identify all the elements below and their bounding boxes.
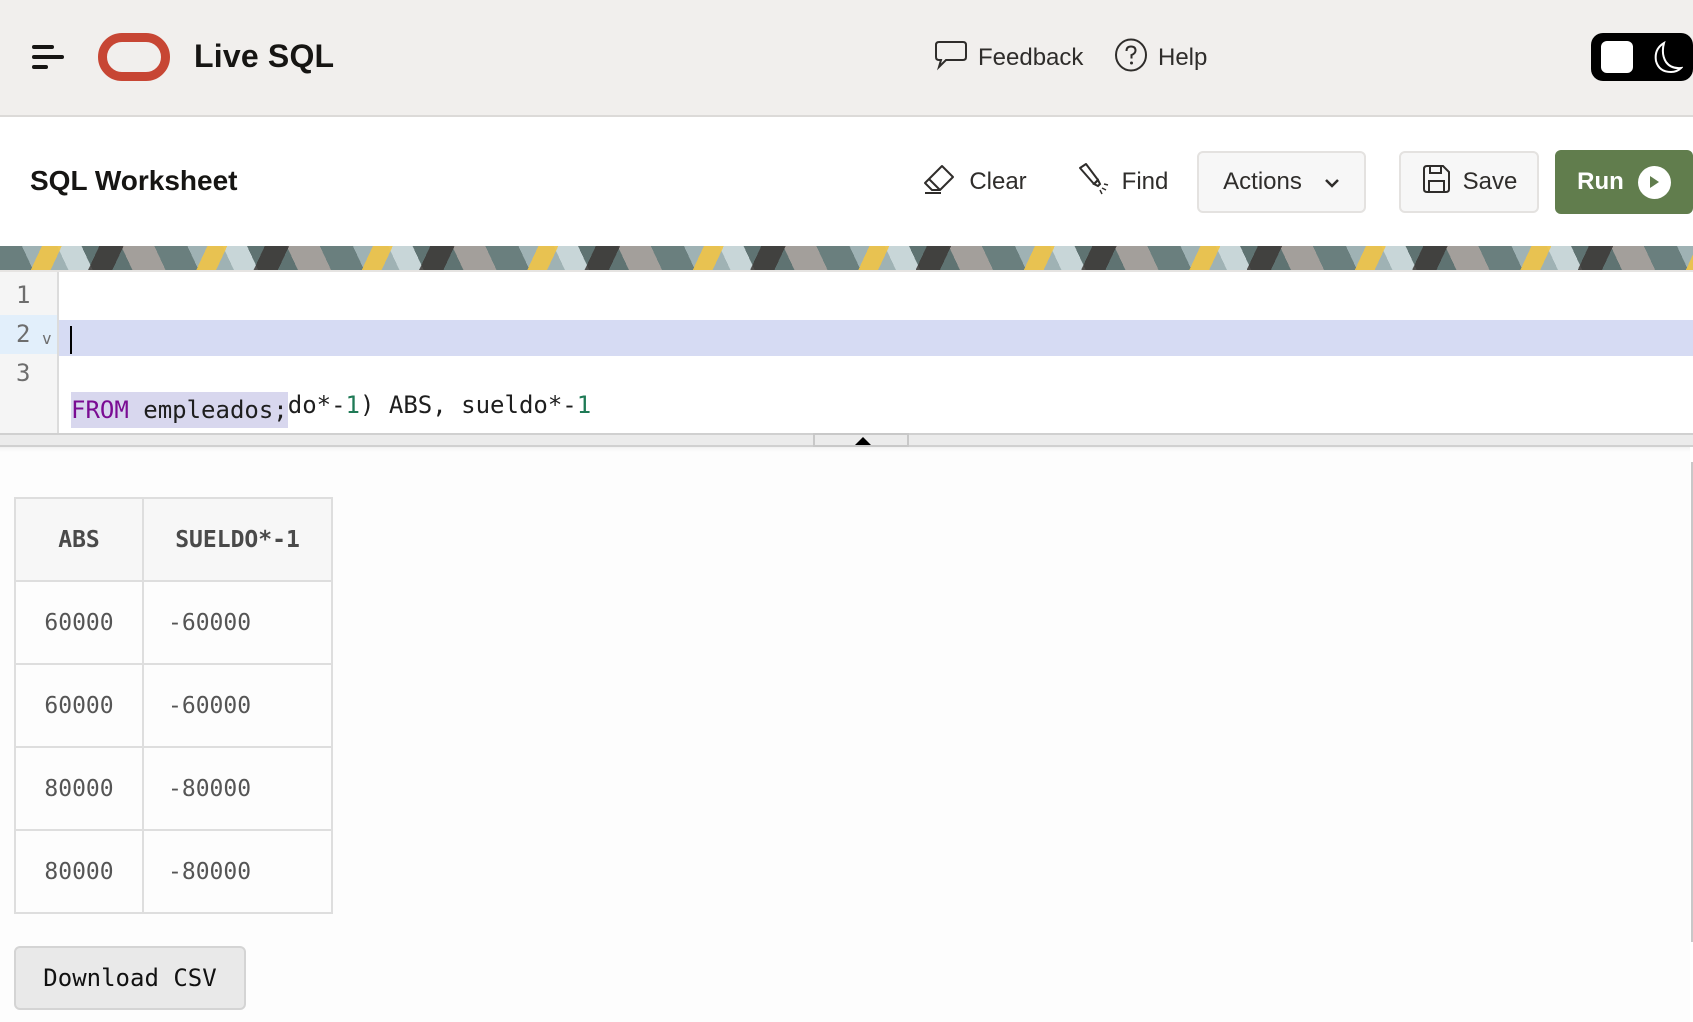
feedback-label: Feedback [978, 44, 1084, 71]
column-header[interactable]: ABS [14, 497, 144, 582]
help-label: Help [1158, 44, 1208, 71]
save-label: Save [1462, 168, 1518, 195]
flashlight-icon [1076, 162, 1110, 203]
table-cell: -80000 [142, 746, 333, 831]
table-header-row: ABS SUELDO*-1 [14, 497, 333, 582]
download-csv-button[interactable]: Download CSV [14, 946, 246, 1010]
code-fragment: empleados; [128, 396, 288, 424]
fold-chevron-icon[interactable]: v [42, 329, 52, 348]
table-cell: 60000 [14, 580, 144, 665]
play-circle-icon [1637, 165, 1671, 199]
oracle-logo-icon[interactable] [98, 33, 170, 81]
code-line-1[interactable]: -- MiguelTroyano.com [59, 276, 1693, 348]
decorative-banner [0, 246, 1693, 270]
code-fragment: ) ABS, sueldo*- [360, 391, 577, 419]
table-cell: 80000 [14, 829, 144, 914]
line-number: 1 [16, 281, 31, 309]
code-line-2[interactable]: SELECT ABS(sueldo*-1) ABS, sueldo*-1 [59, 320, 1693, 419]
table-cell: 60000 [14, 663, 144, 748]
column-header[interactable]: SUELDO*-1 [142, 497, 333, 582]
chevron-down-icon [1324, 168, 1340, 196]
run-button[interactable]: Run [1555, 150, 1693, 214]
table-row: 60000 -60000 [14, 580, 333, 665]
results-pane: ABS SUELDO*-1 60000 -60000 60000 -60000 … [0, 447, 1690, 1022]
top-header: Live SQL Feedback Help [0, 0, 1693, 117]
app-title: Live SQL [194, 38, 335, 74]
table-cell: 80000 [14, 746, 144, 831]
keyword-from: FROM [71, 396, 129, 424]
collapse-up-arrow-icon[interactable] [813, 433, 909, 447]
table-row: 60000 -60000 [14, 663, 333, 748]
table-row: 80000 -80000 [14, 746, 333, 831]
speech-bubble-icon [934, 39, 968, 78]
results-table: ABS SUELDO*-1 60000 -60000 60000 -60000 … [14, 497, 333, 914]
feedback-link[interactable]: Feedback [934, 40, 1083, 76]
table-row: 80000 -80000 [14, 829, 333, 914]
clear-button[interactable]: Clear [920, 151, 1030, 213]
sql-statement-from: FROM empleados; [71, 392, 288, 428]
find-label: Find [1121, 168, 1169, 195]
floppy-disk-icon [1421, 164, 1451, 201]
table-cell: -60000 [142, 663, 333, 748]
run-label: Run [1577, 168, 1624, 195]
clear-label: Clear [969, 168, 1027, 195]
find-button[interactable]: Find [1072, 151, 1172, 213]
eraser-icon [923, 163, 957, 202]
text-cursor [70, 326, 72, 354]
actions-label: Actions [1223, 168, 1302, 195]
code-line-3[interactable]: FROM empleados; [59, 356, 1693, 428]
worksheet-toolbar: SQL Worksheet Clear Find Actions Save Ru… [0, 119, 1693, 246]
actions-dropdown[interactable]: Actions [1197, 151, 1366, 213]
number-literal: 1 [576, 391, 592, 419]
number-literal: 1 [345, 391, 360, 419]
pane-splitter[interactable] [0, 433, 1693, 447]
hamburger-menu-icon[interactable] [30, 42, 66, 72]
help-link[interactable]: Help [1114, 38, 1208, 79]
table-cell: -80000 [142, 829, 333, 914]
theme-toggle[interactable] [1591, 33, 1693, 81]
save-button[interactable]: Save [1399, 151, 1539, 213]
line-number-gutter: 1 2 v 3 [0, 272, 59, 433]
table-cell: -60000 [142, 580, 333, 665]
question-circle-icon [1114, 38, 1148, 79]
line-number: 3 [16, 359, 31, 387]
toggle-knob [1601, 41, 1633, 73]
sql-editor[interactable]: 1 2 v 3 -- MiguelTroyano.com SELECT ABS(… [0, 272, 1693, 433]
worksheet-title: SQL Worksheet [30, 165, 238, 196]
moon-icon [1649, 40, 1684, 75]
